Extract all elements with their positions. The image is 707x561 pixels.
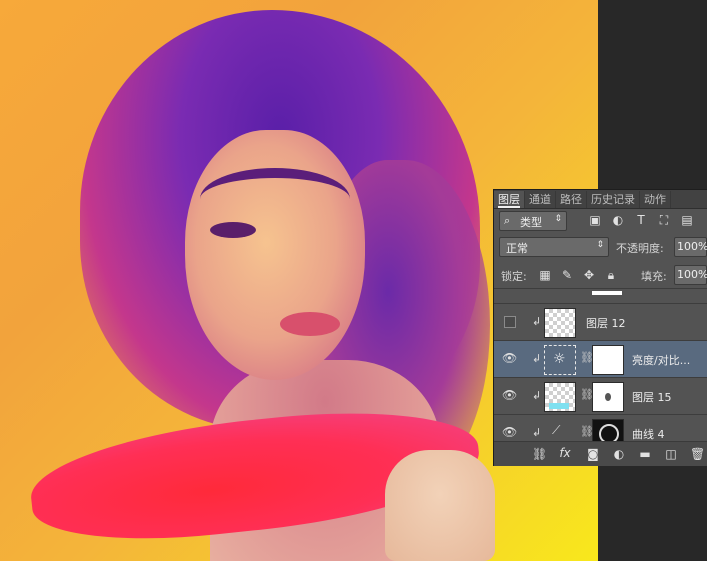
photo-brow bbox=[200, 168, 350, 230]
layer-thumbnail bbox=[544, 382, 576, 412]
layer-mask-thumbnail bbox=[592, 382, 624, 412]
opacity-label: 不透明度: bbox=[616, 242, 664, 255]
tab-channels[interactable]: 通道 bbox=[525, 191, 556, 208]
new-layer-icon[interactable]: ◫ bbox=[664, 447, 678, 461]
layer-row[interactable]: 👁︎ ↲ ⛓︎ 图层 15 bbox=[494, 377, 707, 414]
filter-kind-select[interactable]: ⌕ 类型 ⇕ bbox=[499, 211, 567, 231]
visibility-toggle-off[interactable] bbox=[504, 316, 516, 328]
layer-row[interactable]: ↲ 图层 12 bbox=[494, 303, 707, 340]
smart-object-filter-icon[interactable]: ▤ bbox=[680, 213, 694, 227]
lock-move-icon[interactable]: ✥ bbox=[582, 268, 596, 282]
lock-transparent-icon[interactable]: ▦ bbox=[538, 268, 552, 282]
fx-icon[interactable]: fx bbox=[558, 446, 572, 460]
updown-arrows-icon: ⇕ bbox=[596, 240, 604, 250]
layer-thumbnail bbox=[544, 308, 576, 338]
clip-arrow-icon: ↲ bbox=[532, 426, 542, 439]
panel-footer: ⛓︎ fx ◙ ◐ ▬ ◫ 🗑︎ bbox=[494, 441, 707, 466]
layer-row[interactable]: 👁︎ ↲ ⟋ ⛓︎ 曲线 4 bbox=[494, 414, 707, 442]
clip-arrow-icon: ↲ bbox=[532, 389, 542, 402]
opacity-input[interactable]: 100% bbox=[674, 237, 707, 257]
photo-eye bbox=[210, 222, 256, 238]
layer-mask-thumbnail bbox=[592, 345, 624, 375]
trash-icon[interactable]: 🗑︎ bbox=[690, 447, 705, 461]
clip-arrow-icon: ↲ bbox=[532, 315, 542, 328]
adjustment-icon[interactable]: ◐ bbox=[612, 447, 626, 461]
layer-thumbnail bbox=[592, 291, 622, 295]
fill-input[interactable]: 100% bbox=[674, 265, 707, 285]
photo-hand bbox=[385, 450, 495, 561]
lock-all-icon[interactable]: 🔒︎ bbox=[604, 268, 618, 282]
layers-panel: 图层 通道 路径 历史记录 动作 ⌕ 类型 ⇕ ▣ ◐ T ⛶ ▤ 正常 ⇕ 不… bbox=[494, 190, 707, 466]
layer-row-partial[interactable] bbox=[494, 288, 707, 299]
pixel-filter-icon[interactable]: ▣ bbox=[588, 213, 602, 227]
adjustment-filter-icon[interactable]: ◐ bbox=[611, 213, 625, 227]
mask-icon[interactable]: ◙ bbox=[586, 447, 600, 461]
clip-arrow-icon: ↲ bbox=[532, 352, 542, 365]
lock-label: 锁定: bbox=[501, 270, 527, 283]
lock-brush-icon[interactable]: ✎ bbox=[560, 268, 574, 282]
tab-paths[interactable]: 路径 bbox=[556, 191, 587, 208]
tab-layers[interactable]: 图层 bbox=[494, 191, 525, 208]
blend-mode-select[interactable]: 正常 ⇕ bbox=[499, 237, 609, 257]
blend-row: 正常 ⇕ 不透明度: 100% bbox=[494, 236, 707, 258]
filter-row: ⌕ 类型 ⇕ ▣ ◐ T ⛶ ▤ bbox=[494, 210, 707, 234]
fill-label: 填充: bbox=[641, 270, 667, 283]
curves-adjustment-icon: ⟋ bbox=[552, 423, 561, 437]
eye-icon[interactable]: 👁︎ bbox=[502, 388, 517, 402]
eye-icon[interactable]: 👁︎ bbox=[502, 425, 517, 439]
layer-row-selected[interactable]: 👁︎ ↲ ☼ ⛓︎ 亮度/对比... bbox=[494, 340, 707, 377]
panel-tabs: 图层 通道 路径 历史记录 动作 bbox=[494, 190, 707, 209]
type-filter-icon[interactable]: T bbox=[634, 213, 648, 227]
layer-mask-thumbnail bbox=[592, 419, 624, 442]
eye-icon[interactable]: 👁︎ bbox=[502, 351, 517, 365]
photo-lips bbox=[280, 312, 340, 336]
tab-actions[interactable]: 动作 bbox=[640, 191, 671, 208]
updown-arrows-icon: ⇕ bbox=[554, 214, 562, 224]
lock-row: 锁定: ▦ ✎ ✥ 🔒︎ 填充: 100% bbox=[494, 264, 707, 286]
shape-filter-icon[interactable]: ⛶ bbox=[657, 213, 671, 227]
brightness-adjustment-icon: ☼ bbox=[544, 345, 576, 375]
search-icon: ⌕ bbox=[504, 214, 511, 227]
folder-icon[interactable]: ▬ bbox=[638, 447, 652, 461]
tab-history[interactable]: 历史记录 bbox=[587, 191, 640, 208]
link-icon[interactable]: ⛓︎ bbox=[532, 447, 547, 461]
